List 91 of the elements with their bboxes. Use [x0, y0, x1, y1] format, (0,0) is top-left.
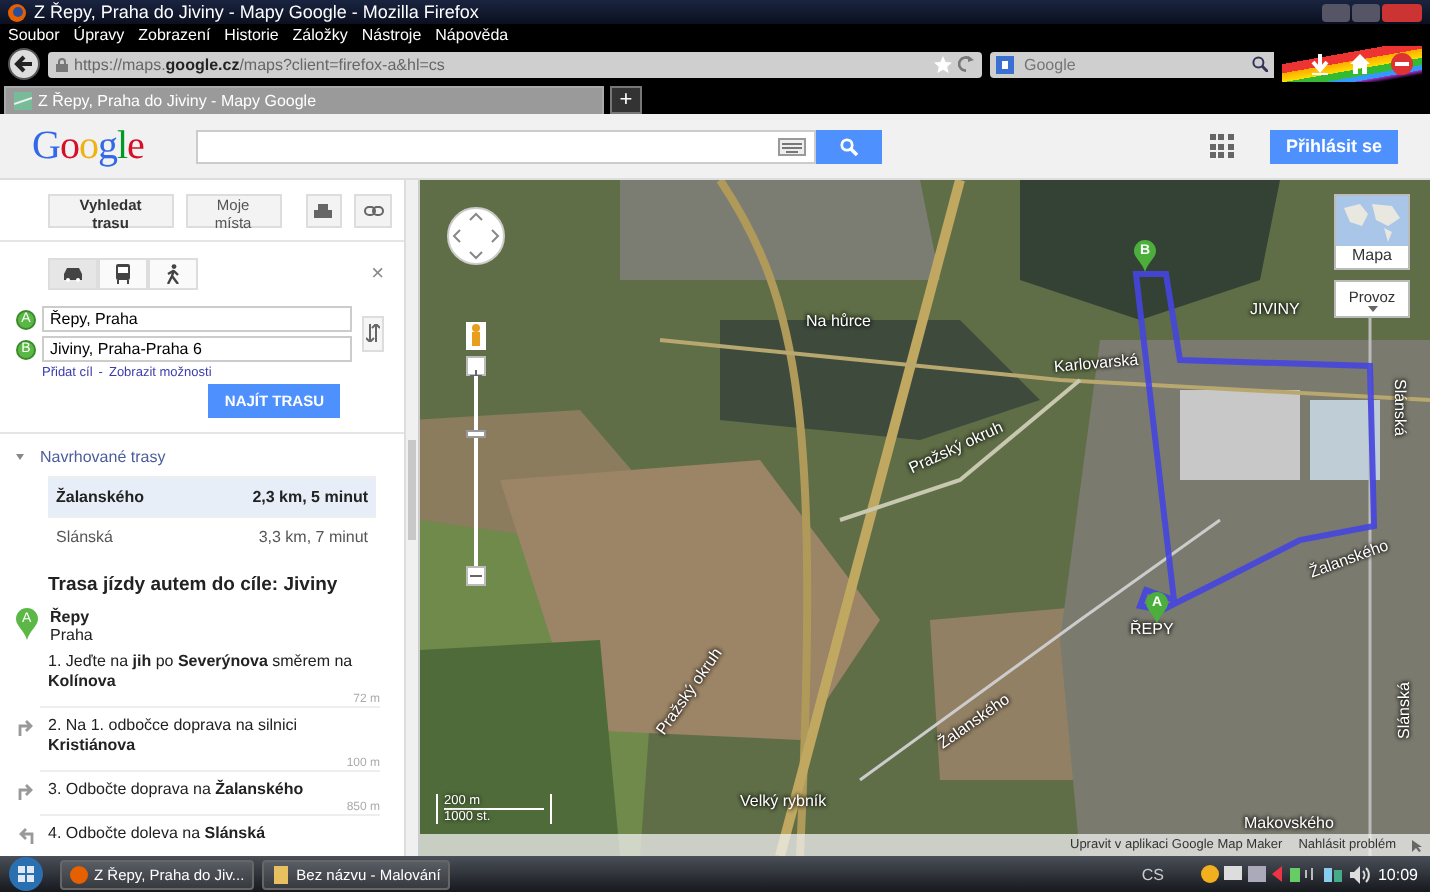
walk-mode-button[interactable]: [148, 258, 198, 290]
volume-icon[interactable]: [1349, 865, 1370, 883]
transit-icon: [112, 264, 134, 284]
scrollbar[interactable]: [404, 180, 418, 856]
map-label: Karlovarská: [1053, 350, 1139, 376]
zoom-in-button[interactable]: [466, 356, 486, 376]
location-field[interactable]: Řepy, Praha: [42, 306, 352, 332]
route-name: Žalanského: [56, 488, 145, 506]
map-label: Na hůrce: [806, 312, 871, 330]
search-button[interactable]: [1248, 51, 1274, 77]
apps-grid-icon[interactable]: [1209, 134, 1234, 158]
map-label: Makovského: [1244, 814, 1334, 832]
new-tab-button[interactable]: +: [610, 86, 642, 114]
back-icon[interactable]: [8, 48, 40, 80]
zoom-out-button[interactable]: [466, 566, 486, 586]
map-label: ŘEPY: [1130, 620, 1174, 638]
menu-item[interactable]: Soubor: [8, 26, 60, 44]
zoom-thumb[interactable]: [466, 430, 486, 439]
direction-step: 4. Odbočte doleva na Slánská: [48, 824, 380, 844]
swap-icon: [366, 323, 380, 341]
caret-icon: [1367, 305, 1377, 311]
menu-item[interactable]: Úpravy: [73, 26, 125, 44]
section-heading[interactable]: Navrhované trasy: [40, 448, 166, 466]
search-field[interactable]: [196, 129, 816, 163]
stop-icon[interactable]: [1390, 52, 1414, 76]
location-field[interactable]: Jiviny, Praha-Praha 6: [42, 336, 352, 362]
direction-step: 1. Jeďte na jih po Severýnova směrem na Kolínova: [48, 652, 380, 692]
menu-item[interactable]: Nástroje: [361, 26, 422, 44]
search-icon: [1252, 56, 1268, 72]
map-favicon: [14, 92, 32, 110]
walk-icon: [162, 264, 184, 284]
home-icon[interactable]: [1350, 54, 1370, 74]
resize-icon[interactable]: [1412, 839, 1422, 851]
menu-item[interactable]: Zobrazení: [138, 26, 211, 44]
route-summary: 3,3 km, 7 minut: [258, 528, 368, 546]
download-icon[interactable]: [1310, 53, 1330, 75]
route-name: Slánská: [56, 528, 113, 546]
route-option[interactable]: Slánská 3,3 km, 7 minut: [48, 516, 376, 556]
turn-left-icon: [18, 826, 34, 844]
print-button[interactable]: [305, 194, 343, 228]
pin-icon: [16, 608, 38, 640]
route-option[interactable]: Žalanského 2,3 km, 5 minut: [48, 476, 376, 516]
reload-icon[interactable]: [958, 56, 974, 72]
directions-title: Trasa jízdy autem do cíle: Jiviny: [46, 574, 340, 596]
lock-icon: [56, 57, 68, 71]
star-icon[interactable]: [934, 55, 952, 73]
map-type-button[interactable]: Mapa: [1334, 194, 1410, 270]
close-button[interactable]: ×: [371, 262, 384, 286]
car-mode-button[interactable]: [48, 258, 98, 290]
turn-right-icon: [18, 718, 34, 736]
transit-mode-button[interactable]: [98, 258, 148, 290]
tray-icons-drawing[interactable]: [1199, 864, 1316, 884]
pan-control[interactable]: [446, 206, 506, 266]
world-map-thumbnail: [1336, 196, 1408, 246]
language-indicator[interactable]: CS: [1141, 865, 1164, 883]
printer-icon: [314, 203, 333, 219]
expand-caret-icon[interactable]: [16, 454, 24, 460]
clock[interactable]: 10:09: [1377, 865, 1418, 883]
paint-icon: [272, 865, 291, 883]
menu-item[interactable]: Záložky: [292, 26, 348, 44]
close-button[interactable]: [1382, 3, 1422, 21]
google-logo: Google: [32, 123, 146, 169]
map-label: Slánská: [1395, 682, 1413, 739]
direction-step: 3. Odbočte doprava na Žalanského: [48, 780, 380, 800]
start-name: Řepy: [50, 608, 92, 626]
keyboard-icon[interactable]: [778, 137, 806, 155]
swap-button[interactable]: [362, 316, 384, 352]
firefox-icon: [8, 3, 26, 21]
turn-right-icon: [18, 782, 34, 800]
link-button[interactable]: [354, 194, 392, 228]
window-title: Z Řepy, Praha do Jiviny - Mapy Google - Mozilla Firefox: [34, 2, 479, 22]
map-pin-icon[interactable]: [1134, 240, 1156, 272]
start-place: Praha: [50, 626, 93, 644]
car-icon: [62, 264, 84, 284]
firefox-icon: [70, 865, 88, 883]
network-icon[interactable]: [1323, 865, 1342, 883]
route-summary: 2,3 km, 5 minut: [252, 488, 368, 506]
minus-icon: [470, 574, 482, 578]
search-engine-button[interactable]: [990, 51, 1018, 77]
address-field[interactable]: https://maps.google.cz/maps?client=firefox-a&hl=cs: [48, 51, 982, 77]
map-label: Velký rybník: [740, 792, 827, 810]
menu-item[interactable]: Nápověda: [435, 26, 509, 44]
direction-step: 2. Na 1. odbočce doprava na silnici Kristiánova: [48, 716, 380, 756]
map-label: JIVINY: [1250, 300, 1300, 318]
map-label: Slánská: [1391, 379, 1409, 436]
link-icon: [363, 206, 384, 216]
map-pin-icon[interactable]: [1146, 592, 1168, 624]
search-icon: [840, 137, 858, 155]
google-icon: [996, 55, 1014, 73]
search-field[interactable]: Google: [1018, 51, 1248, 77]
menu-item[interactable]: Historie: [224, 26, 279, 44]
